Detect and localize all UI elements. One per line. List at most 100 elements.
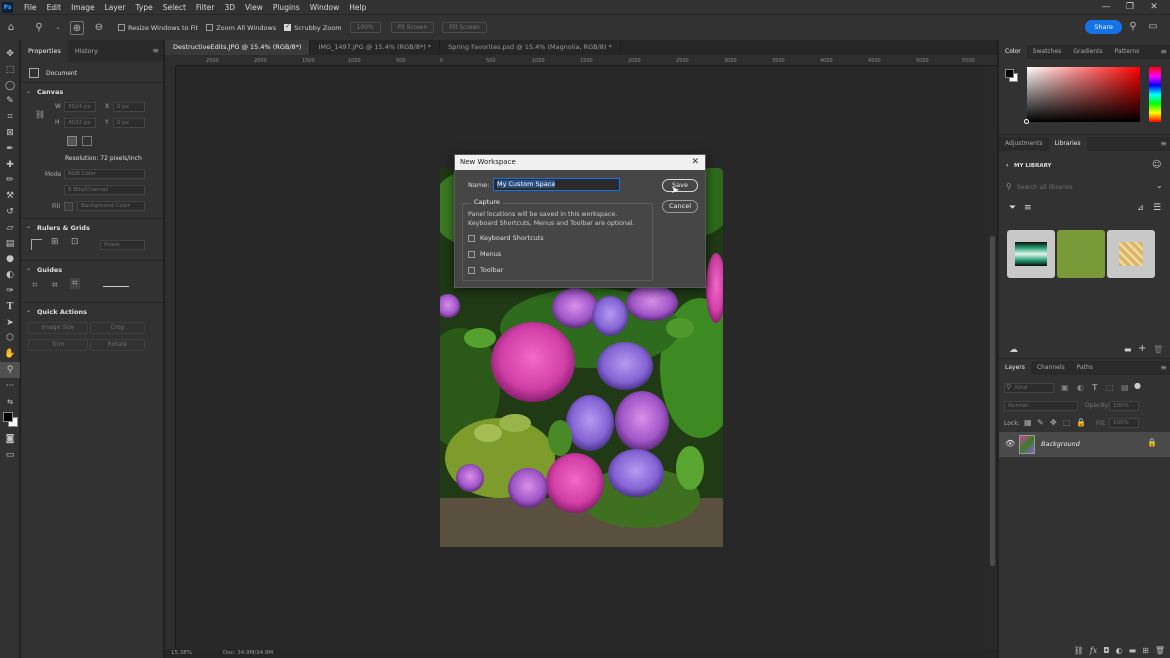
shape-tool-icon[interactable]: ⬡	[0, 330, 20, 346]
crop-button[interactable]: Crop	[90, 322, 145, 334]
shape-filter-icon[interactable]: ⬚	[1106, 383, 1114, 392]
fill-field[interactable]: 100%	[1109, 418, 1139, 428]
add-mask-icon[interactable]: ◘	[1103, 646, 1109, 655]
tab-layers[interactable]: Layers	[999, 361, 1031, 375]
opacity-field[interactable]: 100%	[1109, 401, 1139, 411]
foreground-color-swatch[interactable]	[1005, 69, 1014, 78]
screen-mode-icon[interactable]: ▭	[0, 447, 20, 463]
panel-menu-icon[interactable]: ≡	[1160, 137, 1170, 151]
scrollbar-thumb[interactable]	[990, 236, 995, 566]
pixel-grid-icon[interactable]: ⊡	[71, 237, 79, 247]
type-filter-icon[interactable]: T	[1092, 383, 1097, 392]
bit-depth-select[interactable]: 8 Bits/Channel	[64, 185, 145, 195]
panel-menu-icon[interactable]: ≡	[1160, 45, 1170, 59]
pixel-filter-icon[interactable]: ▣	[1061, 383, 1069, 392]
tab-history[interactable]: History	[68, 40, 105, 62]
zoom-tool-icon[interactable]: ⚲	[0, 361, 20, 378]
sort-size-icon[interactable]: ⊿	[1137, 203, 1144, 212]
tab-color[interactable]: Color	[999, 45, 1027, 59]
type-tool-icon[interactable]: T	[0, 299, 20, 315]
zoom-level[interactable]: 15.38%	[171, 650, 192, 656]
zoom-all-checkbox[interactable]: Zoom All Windows	[206, 24, 276, 32]
new-guides-icon[interactable]: ⌗	[52, 280, 58, 291]
minimize-button[interactable]: —	[1094, 0, 1118, 14]
tab-gradients[interactable]: Gradients	[1067, 45, 1108, 59]
menu-image[interactable]: Image	[66, 3, 100, 12]
lock-all-icon[interactable]: 🔒	[1076, 418, 1086, 427]
filter-icon[interactable]: ⏷	[1009, 203, 1016, 213]
trim-button[interactable]: Trim	[28, 339, 88, 351]
sort-icon[interactable]: ≡	[1024, 203, 1032, 213]
menu-view[interactable]: View	[240, 3, 268, 12]
tab-destructive-edits[interactable]: DestructiveEdits.JPG @ 15.4% (RGB/8*)	[165, 40, 311, 55]
horizontal-ruler[interactable]: 2500 2000 1500 1000 500 0 500 1000 1500 …	[176, 55, 997, 66]
rotate-button[interactable]: Rotate	[90, 339, 145, 351]
menu-file[interactable]: File	[19, 3, 42, 12]
library-item-pattern[interactable]	[1107, 230, 1155, 278]
frame-tool-icon[interactable]: ⊠	[0, 125, 20, 141]
marquee-tool-icon[interactable]: ⬚	[0, 62, 20, 78]
cancel-button[interactable]: Cancel	[662, 200, 698, 213]
delete-layer-icon[interactable]: 🗑	[1155, 646, 1165, 655]
guides-title[interactable]: Guides	[31, 266, 62, 274]
close-icon[interactable]: ✕	[691, 155, 699, 170]
eraser-tool-icon[interactable]: ▱	[0, 220, 20, 236]
menu-layer[interactable]: Layer	[100, 3, 131, 12]
fill-select[interactable]: Background Color	[77, 201, 145, 211]
hand-tool-icon[interactable]: ✋	[0, 346, 20, 362]
scrubby-zoom-checkbox[interactable]: Scrubby Zoom	[284, 23, 342, 32]
color-swatches[interactable]	[0, 409, 19, 431]
new-layer-icon[interactable]: ⊞	[1142, 646, 1149, 655]
grid-icon[interactable]: ⊞	[51, 237, 59, 247]
lock-artboard-icon[interactable]: ⬚	[1063, 418, 1071, 427]
tab-img-1497[interactable]: IMG_1497.JPG @ 15.4% (RGB/8*) *	[310, 40, 441, 55]
new-group-icon[interactable]: ▬	[1129, 646, 1137, 655]
cloud-icon[interactable]: ☁	[1009, 345, 1018, 355]
tab-libraries[interactable]: Libraries	[1048, 137, 1087, 151]
eyedropper-tool-icon[interactable]: ✒	[0, 141, 20, 157]
dialog-titlebar[interactable]: New Workspace ✕	[455, 155, 705, 170]
zoom-in-icon[interactable]: ⊕	[70, 20, 84, 35]
y-field[interactable]: 0 px	[113, 118, 145, 128]
library-search-input[interactable]: Search all libraries	[1017, 184, 1073, 191]
fill-swatch[interactable]	[64, 202, 73, 211]
lock-paint-icon[interactable]: ✎	[1037, 418, 1044, 427]
fill-screen-button[interactable]: Fill Screen	[442, 22, 487, 33]
canvas-section-title[interactable]: Canvas	[31, 88, 63, 96]
resize-windows-checkbox[interactable]: Resize Windows to Fit	[118, 24, 198, 32]
adjustment-filter-icon[interactable]: ◐	[1077, 383, 1084, 392]
gradient-tool-icon[interactable]: ▤	[0, 236, 20, 252]
vertical-ruler[interactable]	[165, 66, 176, 649]
tab-spring-favorites[interactable]: Spring Favorites.psd @ 15.4% (Magnolia, …	[440, 40, 621, 55]
guide-layout-icon[interactable]: ⌗	[32, 280, 38, 291]
move-tool-icon[interactable]: ✥	[0, 46, 20, 62]
filter-toggle-icon[interactable]: ●	[1134, 381, 1141, 390]
chevron-down-icon[interactable]: ⌄	[54, 21, 62, 35]
menu-select[interactable]: Select	[158, 3, 191, 12]
chevron-left-icon[interactable]: ‹	[1006, 162, 1008, 169]
search-icon[interactable]: ⚲	[1126, 20, 1140, 34]
fit-screen-button[interactable]: Fit Screen	[390, 22, 435, 33]
adjustment-layer-icon[interactable]: ◐	[1116, 646, 1123, 655]
tab-paths[interactable]: Paths	[1071, 361, 1099, 375]
height-field[interactable]: 4032 px	[64, 118, 96, 128]
library-item-green-swatch[interactable]	[1057, 230, 1105, 278]
blend-mode-select[interactable]: Normal	[1004, 401, 1078, 411]
quick-actions-title[interactable]: Quick Actions	[31, 308, 87, 316]
foreground-color-swatch[interactable]	[3, 412, 13, 423]
units-select[interactable]: Pixels	[100, 240, 145, 250]
zoom-tool-icon[interactable]: ⚲	[32, 21, 46, 35]
zoom-value-field[interactable]: 100%	[349, 22, 381, 33]
brush-tool-icon[interactable]: ✏	[0, 172, 20, 188]
tab-adjustments[interactable]: Adjustments	[999, 137, 1049, 151]
landscape-icon[interactable]	[82, 136, 92, 146]
layer-name[interactable]: Background	[1041, 440, 1080, 448]
image-size-button[interactable]: Image Size	[28, 322, 88, 334]
blur-tool-icon[interactable]: ●	[0, 251, 20, 267]
history-brush-tool-icon[interactable]: ↺	[0, 204, 20, 220]
color-field[interactable]	[1027, 67, 1140, 122]
folder-icon[interactable]: ▬	[1124, 345, 1132, 354]
clone-stamp-tool-icon[interactable]: ⚒	[0, 188, 20, 204]
layer-style-icon[interactable]: fx	[1090, 646, 1097, 655]
pen-tool-icon[interactable]: ✑	[0, 283, 20, 299]
